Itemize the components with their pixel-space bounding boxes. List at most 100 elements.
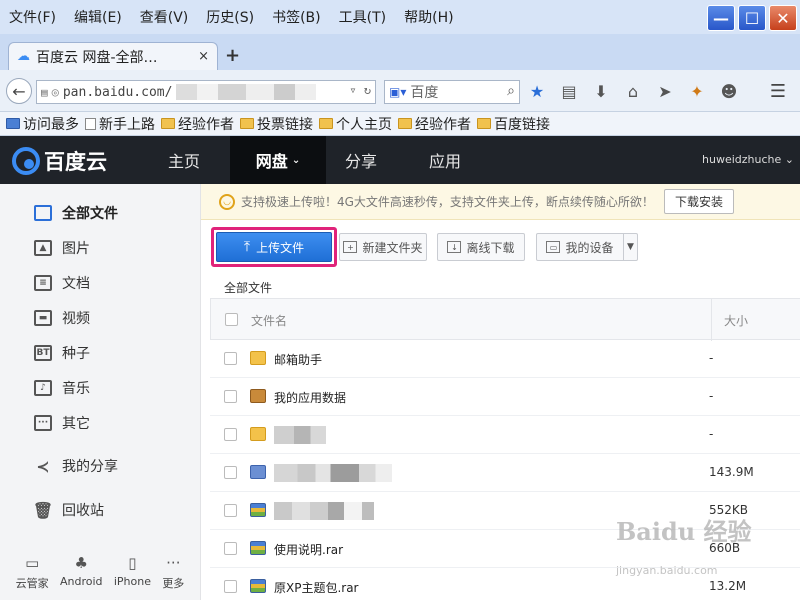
footer-cloud-manager[interactable]: ▭ 云管家 <box>16 554 49 591</box>
table-row[interactable]: 邮箱助手 - <box>210 340 800 378</box>
chevron-down-icon[interactable]: ▼ <box>623 234 637 260</box>
back-button[interactable]: ← <box>6 78 32 104</box>
file-name[interactable]: 原XP主题包.rar <box>274 579 359 596</box>
window-controls: — ☐ ✕ <box>707 5 797 31</box>
folder-icon <box>240 118 254 129</box>
upload-icon: ⤒ <box>243 239 251 255</box>
file-size: 13.2M <box>709 579 747 593</box>
bookmark-folder[interactable]: 经验作者 <box>161 114 234 134</box>
star-icon[interactable]: ★ <box>528 82 546 101</box>
sidebar-item-recycle-bin[interactable]: 🗑 回收站 <box>0 493 200 527</box>
row-checkbox[interactable] <box>224 504 237 517</box>
chat-icon[interactable]: ☻ <box>720 82 738 101</box>
search-icon[interactable]: ⌕ <box>507 83 515 99</box>
bookmark-getting-started[interactable]: 新手上路 <box>85 114 155 134</box>
menu-edit[interactable]: 编辑(E) <box>65 7 131 27</box>
tab-strip: ☁ 百度云 网盘-全部… × + <box>0 34 800 70</box>
folder-tab-icon <box>34 205 52 221</box>
footer-iphone[interactable]: ▯ iPhone <box>114 554 151 591</box>
baidu-cloud-logo[interactable]: 百度云 <box>12 146 107 176</box>
file-name[interactable]: 使用说明.rar <box>274 541 343 558</box>
sidebar-item-images[interactable]: ▲ 图片 <box>0 231 200 265</box>
file-size: - <box>709 351 714 365</box>
search-input[interactable]: 百度 <box>410 82 438 102</box>
tab-title: 百度云 网盘-全部… <box>36 49 158 66</box>
footer-android[interactable]: ♣ Android <box>60 554 103 591</box>
download-install-button[interactable]: 下载安装 <box>663 189 734 214</box>
upload-file-button[interactable]: ⤒ 上传文件 <box>216 232 332 262</box>
bookmark-most-visited[interactable]: 访问最多 <box>6 114 79 134</box>
row-checkbox[interactable] <box>224 580 237 593</box>
monitor-icon: ▭ <box>25 554 40 572</box>
reload-icon[interactable]: ▿ ↻ <box>349 83 371 97</box>
address-bar[interactable]: ▤ ◎ pan.baidu.com/ ▿ ↻ <box>36 80 376 104</box>
nav-apps[interactable]: 应用 <box>410 136 480 184</box>
close-window-button[interactable]: ✕ <box>769 5 797 31</box>
bookmark-folder[interactable]: 经验作者 <box>398 114 471 134</box>
sidebar-item-my-shares[interactable]: ≺ 我的分享 <box>0 449 200 483</box>
tab-close-icon[interactable]: × <box>198 49 209 64</box>
nav-home[interactable]: 主页 <box>148 136 220 184</box>
table-row[interactable]: - <box>210 416 800 454</box>
tab-baidu-pan[interactable]: ☁ 百度云 网盘-全部… × <box>8 42 218 70</box>
row-checkbox[interactable] <box>224 466 237 479</box>
menu-bookmarks[interactable]: 书签(B) <box>263 7 330 27</box>
user-menu[interactable]: huweidzhuche ⌄ <box>702 153 794 166</box>
menu-help[interactable]: 帮助(H) <box>395 7 462 27</box>
android-icon: ♣ <box>74 554 88 572</box>
bookmark-folder[interactable]: 投票链接 <box>240 114 313 134</box>
column-header-size[interactable]: 大小 <box>711 299 748 341</box>
addon-icon[interactable]: ✦ <box>688 82 706 101</box>
menu-file[interactable]: 文件(F) <box>0 7 65 27</box>
more-icon: ··· <box>166 554 181 572</box>
row-checkbox[interactable] <box>224 428 237 441</box>
sidebar-item-other[interactable]: ··· 其它 <box>0 406 200 440</box>
reading-list-icon[interactable]: ▤ <box>560 82 578 101</box>
share-icon: ≺ <box>36 456 50 476</box>
url-text: pan.baidu.com/ <box>62 84 173 100</box>
minimize-button[interactable]: — <box>707 5 735 31</box>
send-icon[interactable]: ➤ <box>656 82 674 101</box>
sidebar-item-torrents[interactable]: BT 种子 <box>0 336 200 370</box>
menu-bar: 文件(F) 编辑(E) 查看(V) 历史(S) 书签(B) 工具(T) 帮助(H… <box>0 0 800 34</box>
breadcrumb[interactable]: 全部文件 <box>224 279 272 296</box>
file-name[interactable]: 邮箱助手 <box>274 351 322 368</box>
username: huweidzhuche <box>702 153 782 166</box>
search-bar[interactable]: ▣▾ 百度 ⌕ <box>384 80 520 104</box>
video-icon: ▬ <box>34 310 52 326</box>
row-checkbox[interactable] <box>224 542 237 555</box>
browser-tool-icons: ★ ▤ ⬇ ⌂ ➤ ✦ ☻ <box>528 82 738 101</box>
menu-icon[interactable]: ☰ <box>770 81 786 102</box>
download-icon[interactable]: ⬇ <box>592 82 610 101</box>
folder-icon <box>161 118 175 129</box>
sidebar-item-videos[interactable]: ▬ 视频 <box>0 301 200 335</box>
table-row[interactable]: 我的应用数据 - <box>210 378 800 416</box>
maximize-button[interactable]: ☐ <box>738 5 766 31</box>
offline-download-button[interactable]: ↓ 离线下载 <box>437 233 525 261</box>
nav-share[interactable]: 分享 <box>326 136 396 184</box>
footer-more[interactable]: ··· 更多 <box>162 554 184 591</box>
menu-history[interactable]: 历史(S) <box>197 7 263 27</box>
file-name[interactable]: 我的应用数据 <box>274 389 346 406</box>
sidebar-item-music[interactable]: ♪ 音乐 <box>0 371 200 405</box>
cloud-favicon-icon: ☁ <box>17 49 30 64</box>
row-checkbox[interactable] <box>224 390 237 403</box>
sidebar-item-documents[interactable]: ≡ 文档 <box>0 266 200 300</box>
my-devices-button[interactable]: ▭ 我的设备 ▼ <box>536 233 638 261</box>
redacted-file-name <box>274 426 326 444</box>
trash-icon: 🗑 <box>32 500 54 520</box>
new-folder-button[interactable]: + 新建文件夹 <box>339 233 427 261</box>
menu-tools[interactable]: 工具(T) <box>330 7 395 27</box>
sidebar-item-all-files[interactable]: 全部文件 <box>0 196 200 230</box>
menu-view[interactable]: 查看(V) <box>131 7 198 27</box>
column-header-name[interactable]: 文件名 <box>251 312 287 329</box>
new-tab-button[interactable]: + <box>225 45 240 66</box>
row-checkbox[interactable] <box>224 352 237 365</box>
table-row[interactable]: 143.9M <box>210 454 800 492</box>
home-icon[interactable]: ⌂ <box>624 82 642 101</box>
nav-netdisk[interactable]: 网盘 ⌄ <box>230 136 326 184</box>
folder-icon <box>398 118 412 129</box>
bookmark-folder[interactable]: 百度链接 <box>477 114 550 134</box>
bookmark-folder[interactable]: 个人主页 <box>319 114 392 134</box>
select-all-checkbox[interactable] <box>225 313 238 326</box>
